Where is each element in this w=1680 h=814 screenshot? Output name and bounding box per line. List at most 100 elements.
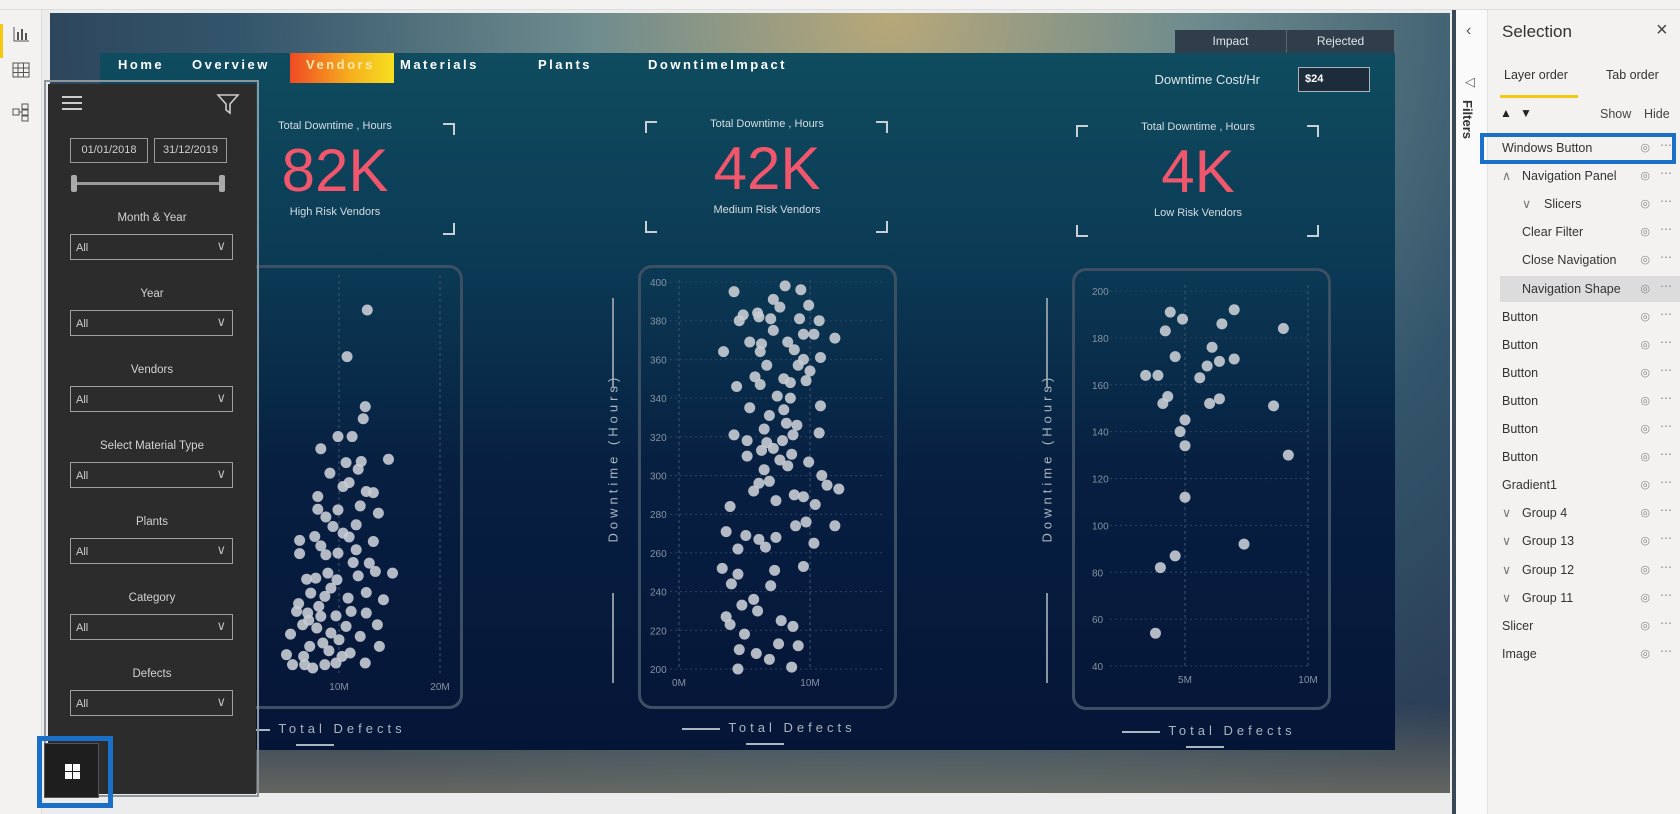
eye-icon[interactable]: ◎	[1640, 585, 1650, 611]
move-up-icon[interactable]: ▲	[1500, 106, 1512, 120]
kpi-value: 42K	[713, 135, 821, 202]
more-options-icon[interactable]: ⋯	[1660, 554, 1672, 580]
layer-item[interactable]: Clear Filter ◎ ⋯	[1500, 219, 1680, 245]
more-options-icon[interactable]: ⋯	[1660, 273, 1672, 299]
more-options-icon[interactable]: ⋯	[1660, 329, 1672, 355]
layer-item[interactable]: Gradient1 ◎ ⋯	[1500, 472, 1680, 498]
more-options-icon[interactable]: ⋯	[1660, 385, 1672, 411]
slicer-dropdown[interactable]: All ∨	[70, 538, 233, 564]
more-options-icon[interactable]: ⋯	[1660, 469, 1672, 495]
layer-item[interactable]: ∨ Group 13 ◎ ⋯	[1500, 528, 1680, 554]
chevron-down-icon[interactable]: ∨	[1502, 500, 1511, 526]
slicer-dropdown[interactable]: All ∨	[70, 690, 233, 716]
slicer-dropdown[interactable]: All ∨	[70, 386, 233, 412]
corner-bracket	[1307, 125, 1319, 137]
nav-overview[interactable]: Overview	[192, 53, 270, 83]
slicer-dropdown[interactable]: All ∨	[70, 310, 233, 336]
more-options-icon[interactable]: ⋯	[1660, 525, 1672, 551]
more-options-icon[interactable]: ⋯	[1660, 357, 1672, 383]
eye-icon[interactable]: ◎	[1640, 641, 1650, 667]
nav-downtime-impact[interactable]: DowntimeImpact	[648, 53, 787, 83]
layer-item[interactable]: ∧ Navigation Panel ◎ ⋯	[1500, 163, 1680, 189]
more-options-icon[interactable]: ⋯	[1660, 441, 1672, 467]
layer-item[interactable]: Image ◎ ⋯	[1500, 641, 1680, 667]
eye-icon[interactable]: ◎	[1640, 416, 1650, 442]
layer-item[interactable]: ∨ Group 12 ◎ ⋯	[1500, 557, 1680, 583]
nav-materials[interactable]: Materials	[400, 53, 479, 83]
layer-item[interactable]: Slicer ◎ ⋯	[1500, 613, 1680, 639]
collapse-chevron-icon[interactable]: ‹	[1466, 22, 1471, 40]
chevron-down-icon[interactable]: ∨	[1502, 585, 1511, 611]
tab-layer-order[interactable]: Layer order	[1504, 68, 1568, 82]
tab-tab-order[interactable]: Tab order	[1606, 68, 1659, 82]
filter-pane-icon[interactable]: ◁	[1465, 74, 1475, 90]
nav-home[interactable]: Home	[118, 53, 164, 83]
eye-icon[interactable]: ◎	[1640, 332, 1650, 358]
data-view-icon[interactable]	[11, 60, 31, 80]
slicer-dropdown[interactable]: All ∨	[70, 462, 233, 488]
chevron-up-icon[interactable]: ∧	[1502, 163, 1511, 189]
filters-label[interactable]: Filters	[1460, 100, 1475, 139]
layer-item[interactable]: Button ◎ ⋯	[1500, 332, 1680, 358]
more-options-icon[interactable]: ⋯	[1660, 610, 1672, 636]
report-view-icon[interactable]	[11, 24, 31, 44]
layer-item[interactable]: Close Navigation ◎ ⋯	[1500, 247, 1680, 273]
layer-item[interactable]: ∨ Group 4 ◎ ⋯	[1500, 500, 1680, 526]
impact-button[interactable]: Impact	[1175, 30, 1287, 53]
layer-label: Slicer	[1502, 618, 1534, 633]
downtime-cost-input[interactable]: $24	[1298, 67, 1370, 92]
eye-icon[interactable]: ◎	[1640, 613, 1650, 639]
slicer-dropdown[interactable]: All ∨	[70, 234, 233, 260]
more-options-icon[interactable]: ⋯	[1660, 188, 1672, 214]
close-icon[interactable]: ×	[1656, 19, 1668, 42]
chevron-down-icon[interactable]: ∨	[1502, 528, 1511, 554]
move-down-icon[interactable]: ▼	[1520, 106, 1532, 120]
layer-item[interactable]: Navigation Shape ◎ ⋯	[1500, 273, 1680, 302]
chevron-down-icon[interactable]: ∨	[1522, 191, 1531, 217]
chart-medium-risk-xlabel: Total Defects	[650, 720, 880, 750]
more-options-icon[interactable]: ⋯	[1660, 413, 1672, 439]
date-range-slider[interactable]	[71, 175, 225, 192]
layer-item[interactable]: Button ◎ ⋯	[1500, 304, 1680, 330]
chevron-down-icon[interactable]: ∨	[1502, 557, 1511, 583]
windows-button[interactable]	[44, 743, 99, 798]
eye-icon[interactable]: ◎	[1640, 528, 1650, 554]
hide-all-button[interactable]: Hide	[1644, 107, 1670, 121]
menu-icon[interactable]	[62, 96, 82, 110]
layer-item[interactable]: ∨ Group 11 ◎ ⋯	[1500, 585, 1680, 611]
layer-item[interactable]: Button ◎ ⋯	[1500, 444, 1680, 470]
more-options-icon[interactable]: ⋯	[1660, 216, 1672, 242]
slicer-dropdown[interactable]: All ∨	[70, 614, 233, 640]
more-options-icon[interactable]: ⋯	[1660, 301, 1672, 327]
clear-filter-icon[interactable]	[216, 92, 240, 116]
eye-icon[interactable]: ◎	[1640, 500, 1650, 526]
date-from-input[interactable]: 01/01/2018	[70, 138, 148, 163]
layer-item[interactable]: Button ◎ ⋯	[1500, 388, 1680, 414]
date-to-input[interactable]: 31/12/2019	[154, 138, 227, 163]
eye-icon[interactable]: ◎	[1640, 304, 1650, 330]
eye-icon[interactable]: ◎	[1640, 276, 1650, 302]
eye-icon[interactable]: ◎	[1640, 219, 1650, 245]
eye-icon[interactable]: ◎	[1640, 163, 1650, 189]
layer-item[interactable]: ∨ Slicers ◎ ⋯	[1500, 191, 1680, 217]
eye-icon[interactable]: ◎	[1640, 388, 1650, 414]
slicer-value: All	[76, 394, 89, 406]
nav-plants[interactable]: Plants	[538, 53, 592, 83]
more-options-icon[interactable]: ⋯	[1660, 244, 1672, 270]
eye-icon[interactable]: ◎	[1640, 360, 1650, 386]
nav-vendors[interactable]: Vendors	[290, 53, 394, 83]
eye-icon[interactable]: ◎	[1640, 444, 1650, 470]
show-all-button[interactable]: Show	[1600, 107, 1631, 121]
eye-icon[interactable]: ◎	[1640, 472, 1650, 498]
more-options-icon[interactable]: ⋯	[1660, 582, 1672, 608]
more-options-icon[interactable]: ⋯	[1660, 497, 1672, 523]
layer-item[interactable]: Button ◎ ⋯	[1500, 360, 1680, 386]
eye-icon[interactable]: ◎	[1640, 247, 1650, 273]
eye-icon[interactable]: ◎	[1640, 191, 1650, 217]
rejected-button[interactable]: Rejected	[1287, 30, 1395, 53]
eye-icon[interactable]: ◎	[1640, 557, 1650, 583]
kpi-subtitle: Medium Risk Vendors	[713, 204, 821, 216]
layer-item[interactable]: Button ◎ ⋯	[1500, 416, 1680, 442]
model-view-icon[interactable]	[11, 102, 31, 122]
more-options-icon[interactable]: ⋯	[1660, 638, 1672, 664]
